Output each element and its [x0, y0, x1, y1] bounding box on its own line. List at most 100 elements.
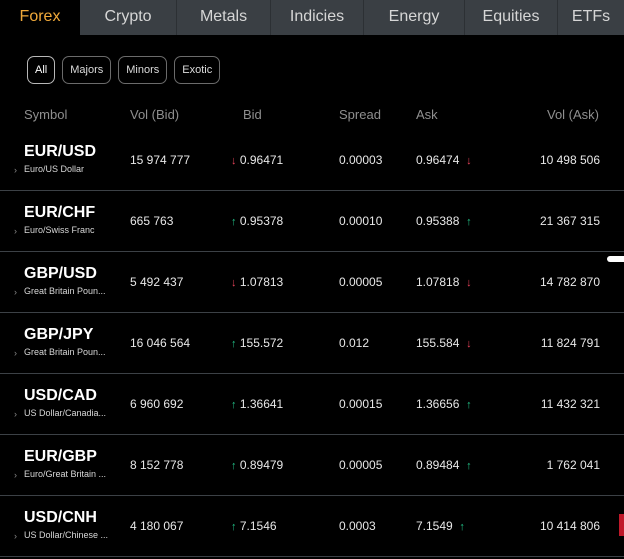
arrow-down-icon: ↓	[466, 277, 472, 289]
column-header-vol-ask[interactable]: Vol (Ask)	[547, 107, 599, 122]
bid-value: 155.572	[239, 336, 284, 350]
ask-value: 7.1549	[416, 519, 453, 533]
ask-cell: 0.89484 ↑	[416, 458, 472, 472]
symbol-code: GBP/JPY	[24, 326, 94, 343]
ask-value: 1.07818	[416, 275, 460, 289]
column-header-vol-bid[interactable]: Vol (Bid)	[130, 107, 179, 122]
arrow-down-icon: ↓	[231, 155, 237, 167]
arrow-up-icon: ↑	[231, 399, 237, 411]
vol-bid-value: 16 046 564	[130, 336, 191, 350]
table-row[interactable]: › EUR/CHF Euro/Swiss Franc 665 763 ↑ 0.95378…	[0, 192, 624, 252]
vol-bid-value: 8 152 778	[130, 458, 184, 472]
table-row[interactable]: › GBP/JPY Great Britain Poun... 16 046 564 ↑…	[0, 314, 624, 374]
spread-value: 0.00005	[339, 275, 383, 289]
tab-forex[interactable]: Forex	[0, 0, 80, 35]
tab-indicies[interactable]: Indicies	[271, 0, 364, 35]
chevron-right-icon[interactable]: ›	[14, 226, 17, 236]
table-row[interactable]: › EUR/USD Euro/US Dollar 15 974 777 ↓ 0.9647…	[0, 131, 624, 191]
table-row[interactable]: › USD/CNH US Dollar/Chinese ... 4 180 067 ↑ …	[0, 497, 624, 557]
column-header-ask[interactable]: Ask	[416, 107, 438, 122]
tab-crypto[interactable]: Crypto	[80, 0, 177, 35]
ask-cell: 0.96474 ↓	[416, 153, 472, 167]
symbol-code: USD/CAD	[24, 387, 97, 404]
spread-value: 0.0003	[339, 519, 376, 533]
arrow-down-icon: ↓	[231, 277, 237, 289]
symbol-cell: EUR/USD Euro/US Dollar	[24, 143, 134, 174]
tab-energy[interactable]: Energy	[364, 0, 465, 35]
bid-cell: ↑ 7.1546	[231, 519, 277, 533]
ask-cell: 1.36656 ↑	[416, 397, 472, 411]
arrow-down-icon: ↓	[466, 155, 472, 167]
table-row[interactable]: › EUR/GBP Euro/Great Britain ... 8 152 778 ↑…	[0, 436, 624, 496]
column-header-bid[interactable]: Bid	[243, 107, 262, 122]
tab-etfs[interactable]: ETFs	[558, 0, 624, 35]
arrow-up-icon: ↑	[459, 521, 465, 533]
edge-scroll-handle[interactable]	[607, 256, 624, 262]
symbol-cell: GBP/JPY Great Britain Poun...	[24, 326, 134, 357]
symbol-name: Great Britain Poun...	[24, 286, 106, 296]
market-tabs: Forex Crypto Metals Indicies Energy Equi…	[0, 0, 624, 35]
symbol-code: USD/CNH	[24, 509, 97, 526]
chevron-right-icon[interactable]: ›	[14, 531, 17, 541]
arrow-up-icon: ↑	[231, 338, 237, 350]
symbol-name: US Dollar/Chinese ...	[24, 530, 109, 540]
ask-cell: 1.07818 ↓	[416, 275, 472, 289]
table-header: Symbol Vol (Bid) Bid Spread Ask Vol (Ask…	[0, 105, 624, 125]
column-header-spread[interactable]: Spread	[339, 107, 381, 122]
bid-cell: ↑ 155.572	[231, 336, 283, 350]
vol-bid-value: 4 180 067	[130, 519, 184, 533]
bid-cell: ↓ 1.07813	[231, 275, 283, 289]
chevron-right-icon[interactable]: ›	[14, 287, 17, 297]
symbol-name: Euro/US Dollar	[24, 164, 85, 174]
vol-bid-value: 665 763	[130, 214, 174, 228]
chevron-right-icon[interactable]: ›	[14, 470, 17, 480]
ask-cell: 0.95388 ↑	[416, 214, 472, 228]
vol-ask-value: 11 824 791	[540, 336, 600, 350]
vol-ask-value: 10 498 506	[539, 153, 600, 167]
table-row[interactable]: › GBP/USD Great Britain Poun... 5 492 437 ↓ …	[0, 253, 624, 313]
edge-indicator	[619, 514, 624, 536]
vol-bid-value: 6 960 692	[130, 397, 184, 411]
bid-value: 0.96471	[239, 153, 284, 167]
ask-cell: 155.584 ↓	[416, 336, 472, 350]
spread-value: 0.012	[339, 336, 370, 350]
filter-majors-button[interactable]: Majors	[62, 56, 112, 84]
column-header-symbol[interactable]: Symbol	[24, 107, 67, 122]
bid-value: 0.89479	[239, 458, 284, 472]
spread-value: 0.00003	[339, 153, 383, 167]
vol-ask-value: 10 414 806	[539, 519, 600, 533]
tab-metals[interactable]: Metals	[177, 0, 271, 35]
arrow-up-icon: ↑	[466, 399, 472, 411]
symbol-code: EUR/GBP	[24, 448, 97, 465]
chevron-right-icon[interactable]: ›	[14, 165, 17, 175]
ask-value: 0.89484	[416, 458, 460, 472]
arrow-up-icon: ↑	[466, 460, 472, 472]
ask-value: 1.36656	[416, 397, 460, 411]
tab-equities[interactable]: Equities	[465, 0, 558, 35]
symbol-cell: USD/CNH US Dollar/Chinese ...	[24, 509, 134, 540]
bid-value: 0.95378	[239, 214, 284, 228]
chevron-right-icon[interactable]: ›	[14, 409, 17, 419]
filter-exotic-button[interactable]: Exotic	[174, 56, 221, 84]
bid-cell: ↑ 1.36641	[231, 397, 283, 411]
arrow-down-icon: ↓	[466, 338, 472, 350]
symbol-code: GBP/USD	[24, 265, 97, 282]
vol-ask-value: 14 782 870	[539, 275, 600, 289]
arrow-up-icon: ↑	[466, 216, 472, 228]
chevron-right-icon[interactable]: ›	[14, 348, 17, 358]
spread-value: 0.00015	[339, 397, 383, 411]
bid-cell: ↑ 0.95378	[231, 214, 283, 228]
table-row[interactable]: › USD/CAD US Dollar/Canadia... 6 960 692 ↑ 1…	[0, 375, 624, 435]
symbol-code: EUR/USD	[24, 143, 97, 160]
filter-minors-button[interactable]: Minors	[118, 56, 168, 84]
ask-cell: 7.1549 ↑	[416, 519, 465, 533]
bid-value: 1.36641	[239, 397, 284, 411]
vol-ask-value: 21 367 315	[539, 214, 600, 228]
vol-ask-value: 1 762 041	[546, 458, 600, 472]
symbol-code: EUR/CHF	[24, 204, 96, 221]
filter-all-button[interactable]: All	[27, 56, 56, 84]
ask-value: 0.95388	[416, 214, 460, 228]
ask-value: 0.96474	[416, 153, 460, 167]
symbol-name: Great Britain Poun...	[24, 347, 106, 357]
vol-bid-value: 15 974 777	[130, 153, 191, 167]
